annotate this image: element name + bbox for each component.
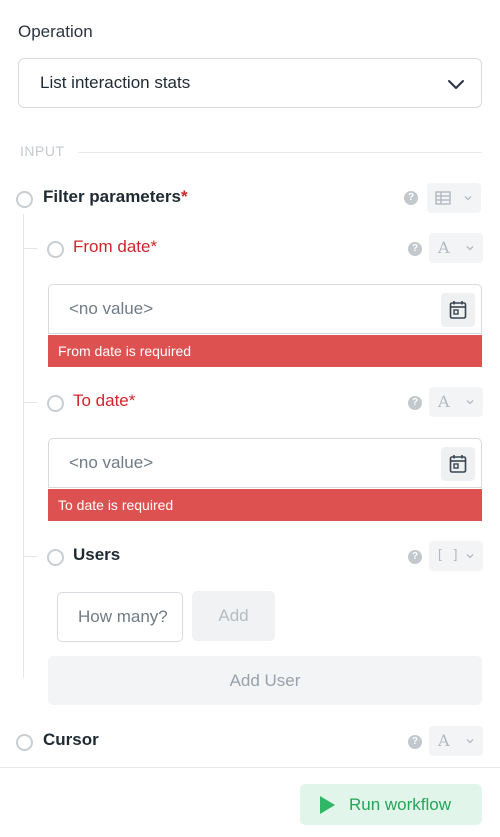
- footer-divider: [0, 767, 500, 768]
- calendar-icon: [449, 301, 467, 319]
- users-count-placeholder: How many?: [78, 607, 168, 626]
- chevron-down-icon: [466, 739, 474, 744]
- operation-selected-value: List interaction stats: [40, 73, 191, 92]
- to-date-placeholder: <no value>: [69, 453, 154, 472]
- operation-select[interactable]: List interaction stats: [18, 58, 482, 108]
- table-icon: [435, 191, 451, 205]
- chevron-down-icon: [464, 196, 472, 201]
- run-workflow-label: Run workflow: [349, 795, 452, 814]
- filter-parameters-radio[interactable]: [16, 191, 33, 208]
- run-workflow-button[interactable]: Run workflow: [300, 784, 482, 825]
- chevron-down-icon: [448, 80, 464, 89]
- help-icon[interactable]: ?: [408, 550, 422, 564]
- cursor-type-button[interactable]: A: [429, 726, 483, 756]
- to-date-type-button[interactable]: A: [429, 387, 483, 417]
- required-mark: *: [128, 391, 136, 410]
- from-date-type-button[interactable]: A: [429, 233, 483, 263]
- to-date-label: To date*: [73, 391, 135, 411]
- text-type-icon: A: [438, 392, 450, 411]
- section-divider: [78, 152, 482, 153]
- tree-line: [23, 214, 24, 678]
- filter-parameters-label: Filter parameters*: [43, 187, 188, 207]
- filter-parameters-type-button[interactable]: [427, 183, 481, 213]
- from-date-placeholder: <no value>: [69, 299, 154, 318]
- to-date-calendar-button[interactable]: [441, 447, 475, 481]
- to-date-input[interactable]: <no value>: [48, 438, 482, 488]
- cursor-label: Cursor: [43, 730, 99, 749]
- add-button[interactable]: Add: [192, 591, 275, 641]
- tree-connector: [23, 556, 37, 557]
- chevron-down-icon: [466, 246, 474, 251]
- users-count-input[interactable]: How many?: [57, 592, 183, 642]
- section-title-input: INPUT: [20, 143, 65, 159]
- users-radio[interactable]: [47, 549, 64, 566]
- users-label: Users: [73, 545, 121, 564]
- to-date-error: To date is required: [48, 489, 482, 521]
- help-icon[interactable]: ?: [408, 396, 422, 410]
- from-date-input[interactable]: <no value>: [48, 284, 482, 334]
- from-date-calendar-button[interactable]: [441, 293, 475, 327]
- help-icon[interactable]: ?: [404, 191, 418, 205]
- text-type-icon: A: [438, 238, 450, 257]
- from-date-label: From date*: [73, 237, 157, 257]
- operation-label: Operation: [18, 22, 93, 41]
- chevron-down-icon: [466, 554, 474, 559]
- users-type-button[interactable]: [ ]: [429, 541, 483, 571]
- filter-parameters-label-text: Filter parameters: [43, 187, 181, 206]
- from-date-radio[interactable]: [47, 241, 64, 258]
- text-type-icon: A: [438, 731, 450, 750]
- help-icon[interactable]: ?: [408, 242, 422, 256]
- help-icon[interactable]: ?: [408, 735, 422, 749]
- chevron-down-icon: [466, 400, 474, 405]
- add-user-button[interactable]: Add User: [48, 656, 482, 705]
- required-mark: *: [150, 237, 158, 256]
- cursor-radio[interactable]: [16, 734, 33, 751]
- to-date-radio[interactable]: [47, 395, 64, 412]
- list-type-icon: [ ]: [436, 548, 460, 563]
- required-mark: *: [180, 187, 188, 206]
- calendar-icon: [449, 455, 467, 473]
- to-date-label-text: To date: [73, 391, 129, 410]
- from-date-label-text: From date: [73, 237, 151, 256]
- tree-connector: [23, 248, 37, 249]
- play-icon: [320, 796, 335, 814]
- tree-connector: [23, 402, 37, 403]
- from-date-error: From date is required: [48, 335, 482, 367]
